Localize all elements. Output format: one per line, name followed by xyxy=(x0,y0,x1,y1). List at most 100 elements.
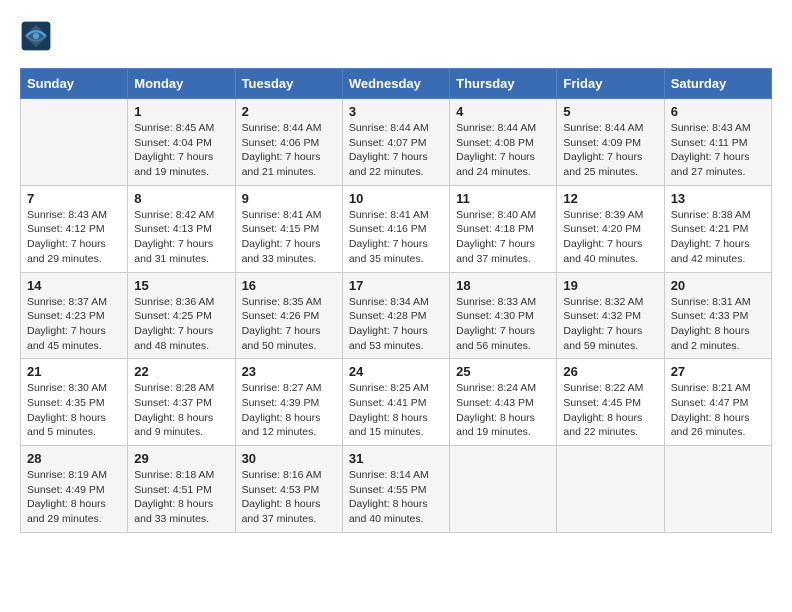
calendar-cell: 21 Sunrise: 8:30 AMSunset: 4:35 PMDayligh… xyxy=(21,359,128,446)
calendar-cell xyxy=(450,446,557,533)
logo xyxy=(20,20,56,52)
day-number: 12 xyxy=(563,191,657,206)
day-number: 5 xyxy=(563,104,657,119)
calendar-cell xyxy=(21,99,128,186)
day-number: 28 xyxy=(27,451,121,466)
calendar-cell: 18Sunrise: 8:33 AMSunset: 4:30 PMDayligh… xyxy=(450,272,557,359)
cell-details: Sunrise: 8:35 AMSunset: 4:26 PMDaylight:… xyxy=(242,295,336,354)
day-number: 30 xyxy=(242,451,336,466)
header-day-monday: Monday xyxy=(128,69,235,99)
day-number: 4 xyxy=(456,104,550,119)
cell-details: Sunrise: 8:44 AMSunset: 4:07 PMDaylight:… xyxy=(349,121,443,180)
cell-details: Sunrise: 8:32 AMSunset: 4:32 PMDaylight:… xyxy=(563,295,657,354)
calendar-cell xyxy=(557,446,664,533)
calendar-cell: 5 Sunrise: 8:44 AMSunset: 4:09 PMDaylight… xyxy=(557,99,664,186)
cell-details: Sunrise: 8:38 AMSunset: 4:21 PMDaylight:… xyxy=(671,208,765,267)
day-number: 24 xyxy=(349,364,443,379)
cell-details: Sunrise: 8:40 AMSunset: 4:18 PMDaylight:… xyxy=(456,208,550,267)
calendar-cell: 13Sunrise: 8:38 AMSunset: 4:21 PMDayligh… xyxy=(664,185,771,272)
day-number: 27 xyxy=(671,364,765,379)
week-row-4: 28Sunrise: 8:19 AMSunset: 4:49 PMDayligh… xyxy=(21,446,772,533)
calendar-cell: 9 Sunrise: 8:41 AMSunset: 4:15 PMDaylight… xyxy=(235,185,342,272)
calendar-cell: 28Sunrise: 8:19 AMSunset: 4:49 PMDayligh… xyxy=(21,446,128,533)
cell-details: Sunrise: 8:37 AMSunset: 4:23 PMDaylight:… xyxy=(27,295,121,354)
calendar-cell: 31 Sunrise: 8:14 AMSunset: 4:55 PMDayligh… xyxy=(342,446,449,533)
calendar-cell: 11Sunrise: 8:40 AMSunset: 4:18 PMDayligh… xyxy=(450,185,557,272)
cell-details: Sunrise: 8:34 AMSunset: 4:28 PMDaylight:… xyxy=(349,295,443,354)
day-number: 6 xyxy=(671,104,765,119)
header-day-friday: Friday xyxy=(557,69,664,99)
cell-details: Sunrise: 8:39 AMSunset: 4:20 PMDaylight:… xyxy=(563,208,657,267)
day-number: 22 xyxy=(134,364,228,379)
week-row-2: 14 Sunrise: 8:37 AMSunset: 4:23 PMDayligh… xyxy=(21,272,772,359)
cell-details: Sunrise: 8:36 AMSunset: 4:25 PMDaylight:… xyxy=(134,295,228,354)
day-number: 14 xyxy=(27,278,121,293)
cell-details: Sunrise: 8:18 AMSunset: 4:51 PMDaylight:… xyxy=(134,468,228,527)
calendar-cell: 2 Sunrise: 8:44 AMSunset: 4:06 PMDaylight… xyxy=(235,99,342,186)
calendar-cell: 12 Sunrise: 8:39 AMSunset: 4:20 PMDayligh… xyxy=(557,185,664,272)
calendar-cell: 10 Sunrise: 8:41 AMSunset: 4:16 PMDayligh… xyxy=(342,185,449,272)
day-number: 29 xyxy=(134,451,228,466)
header-day-thursday: Thursday xyxy=(450,69,557,99)
cell-details: Sunrise: 8:44 AMSunset: 4:06 PMDaylight:… xyxy=(242,121,336,180)
day-number: 26 xyxy=(563,364,657,379)
cell-details: Sunrise: 8:45 AMSunset: 4:04 PMDaylight:… xyxy=(134,121,228,180)
week-row-0: 1 Sunrise: 8:45 AMSunset: 4:04 PMDaylight… xyxy=(21,99,772,186)
calendar-cell: 1 Sunrise: 8:45 AMSunset: 4:04 PMDaylight… xyxy=(128,99,235,186)
calendar-cell xyxy=(664,446,771,533)
calendar-cell: 19 Sunrise: 8:32 AMSunset: 4:32 PMDayligh… xyxy=(557,272,664,359)
cell-details: Sunrise: 8:28 AMSunset: 4:37 PMDaylight:… xyxy=(134,381,228,440)
calendar-cell: 27 Sunrise: 8:21 AMSunset: 4:47 PMDayligh… xyxy=(664,359,771,446)
cell-details: Sunrise: 8:41 AMSunset: 4:16 PMDaylight:… xyxy=(349,208,443,267)
calendar-table: SundayMondayTuesdayWednesdayThursdayFrid… xyxy=(20,68,772,533)
header-row: SundayMondayTuesdayWednesdayThursdayFrid… xyxy=(21,69,772,99)
week-row-3: 21 Sunrise: 8:30 AMSunset: 4:35 PMDayligh… xyxy=(21,359,772,446)
header-day-wednesday: Wednesday xyxy=(342,69,449,99)
day-number: 8 xyxy=(134,191,228,206)
calendar-cell: 15 Sunrise: 8:36 AMSunset: 4:25 PMDayligh… xyxy=(128,272,235,359)
cell-details: Sunrise: 8:31 AMSunset: 4:33 PMDaylight:… xyxy=(671,295,765,354)
cell-details: Sunrise: 8:41 AMSunset: 4:15 PMDaylight:… xyxy=(242,208,336,267)
calendar-cell: 8 Sunrise: 8:42 AMSunset: 4:13 PMDaylight… xyxy=(128,185,235,272)
calendar-cell: 7 Sunrise: 8:43 AMSunset: 4:12 PMDaylight… xyxy=(21,185,128,272)
calendar-cell: 25 Sunrise: 8:24 AMSunset: 4:43 PMDayligh… xyxy=(450,359,557,446)
day-number: 9 xyxy=(242,191,336,206)
day-number: 23 xyxy=(242,364,336,379)
cell-details: Sunrise: 8:42 AMSunset: 4:13 PMDaylight:… xyxy=(134,208,228,267)
calendar-cell: 26 Sunrise: 8:22 AMSunset: 4:45 PMDayligh… xyxy=(557,359,664,446)
day-number: 1 xyxy=(134,104,228,119)
day-number: 25 xyxy=(456,364,550,379)
calendar-cell: 6 Sunrise: 8:43 AMSunset: 4:11 PMDaylight… xyxy=(664,99,771,186)
week-row-1: 7 Sunrise: 8:43 AMSunset: 4:12 PMDaylight… xyxy=(21,185,772,272)
day-number: 7 xyxy=(27,191,121,206)
cell-details: Sunrise: 8:43 AMSunset: 4:11 PMDaylight:… xyxy=(671,121,765,180)
cell-details: Sunrise: 8:16 AMSunset: 4:53 PMDaylight:… xyxy=(242,468,336,527)
cell-details: Sunrise: 8:24 AMSunset: 4:43 PMDaylight:… xyxy=(456,381,550,440)
cell-details: Sunrise: 8:22 AMSunset: 4:45 PMDaylight:… xyxy=(563,381,657,440)
cell-details: Sunrise: 8:14 AMSunset: 4:55 PMDaylight:… xyxy=(349,468,443,527)
calendar-cell: 20Sunrise: 8:31 AMSunset: 4:33 PMDayligh… xyxy=(664,272,771,359)
cell-details: Sunrise: 8:43 AMSunset: 4:12 PMDaylight:… xyxy=(27,208,121,267)
day-number: 2 xyxy=(242,104,336,119)
day-number: 18 xyxy=(456,278,550,293)
day-number: 15 xyxy=(134,278,228,293)
cell-details: Sunrise: 8:30 AMSunset: 4:35 PMDaylight:… xyxy=(27,381,121,440)
calendar-cell: 4 Sunrise: 8:44 AMSunset: 4:08 PMDaylight… xyxy=(450,99,557,186)
day-number: 19 xyxy=(563,278,657,293)
day-number: 3 xyxy=(349,104,443,119)
day-number: 31 xyxy=(349,451,443,466)
calendar-cell: 17Sunrise: 8:34 AMSunset: 4:28 PMDayligh… xyxy=(342,272,449,359)
cell-details: Sunrise: 8:44 AMSunset: 4:09 PMDaylight:… xyxy=(563,121,657,180)
calendar-cell: 22 Sunrise: 8:28 AMSunset: 4:37 PMDayligh… xyxy=(128,359,235,446)
calendar-cell: 3 Sunrise: 8:44 AMSunset: 4:07 PMDaylight… xyxy=(342,99,449,186)
calendar-cell: 29 Sunrise: 8:18 AMSunset: 4:51 PMDayligh… xyxy=(128,446,235,533)
calendar-cell: 24 Sunrise: 8:25 AMSunset: 4:41 PMDayligh… xyxy=(342,359,449,446)
cell-details: Sunrise: 8:44 AMSunset: 4:08 PMDaylight:… xyxy=(456,121,550,180)
cell-details: Sunrise: 8:21 AMSunset: 4:47 PMDaylight:… xyxy=(671,381,765,440)
header-day-saturday: Saturday xyxy=(664,69,771,99)
day-number: 21 xyxy=(27,364,121,379)
calendar-cell: 16Sunrise: 8:35 AMSunset: 4:26 PMDayligh… xyxy=(235,272,342,359)
cell-details: Sunrise: 8:25 AMSunset: 4:41 PMDaylight:… xyxy=(349,381,443,440)
day-number: 10 xyxy=(349,191,443,206)
page-header xyxy=(20,20,772,52)
